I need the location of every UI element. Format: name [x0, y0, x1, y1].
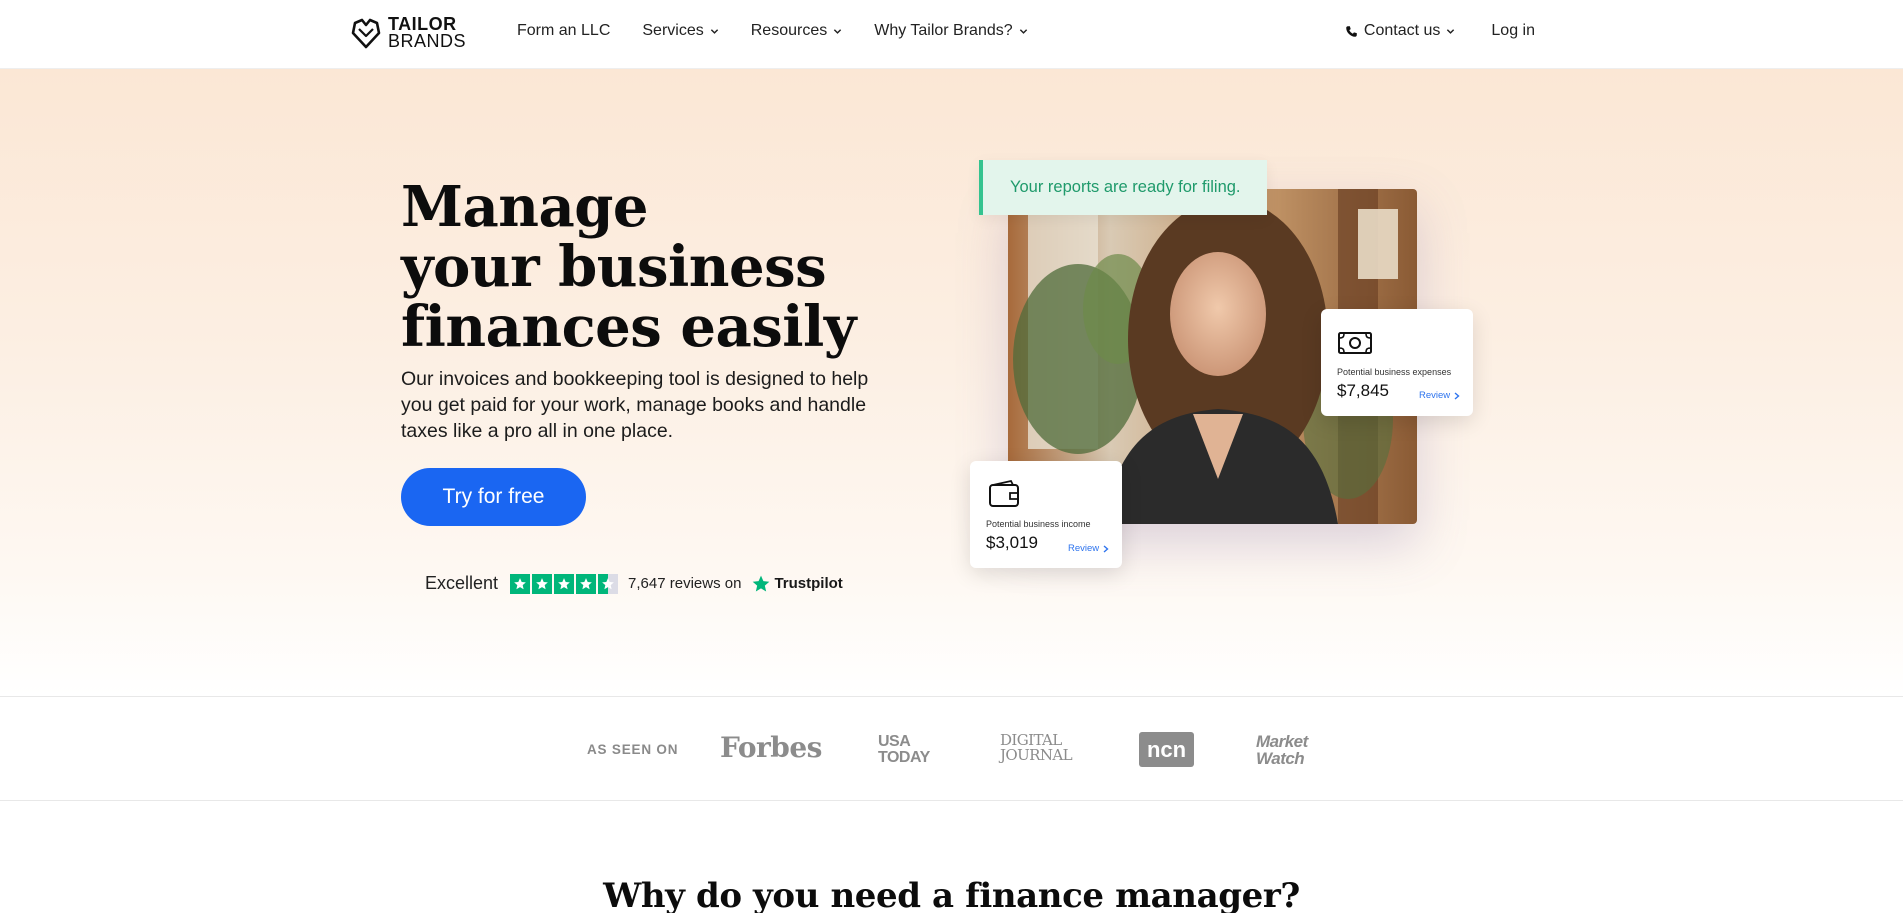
ncn-logo: ncn: [1139, 732, 1194, 767]
nav-right: Contact us Log in: [1345, 22, 1535, 40]
half-star-icon: [598, 573, 619, 594]
chevron-right-icon: [1454, 391, 1460, 400]
try-for-free-button[interactable]: Try for free: [401, 468, 586, 526]
nav-item-services[interactable]: Services: [642, 22, 718, 40]
marketwatch-logo-line1: Market: [1256, 732, 1308, 751]
usa-today-logo: USA TODAY: [878, 734, 930, 766]
star-icon: [554, 573, 575, 594]
trustpilot-brand-text: Trustpilot: [774, 575, 843, 592]
usa-today-logo-line2: TODAY: [878, 749, 930, 766]
usa-today-logo-line1: USA: [878, 733, 911, 750]
income-review-link[interactable]: Review: [1068, 543, 1109, 554]
digital-journal-logo-line2: JOURNAL: [1000, 746, 1073, 764]
digital-journal-logo: DIGITAL JOURNAL: [1000, 733, 1073, 764]
star-icon: [576, 573, 597, 594]
nav-item-resources[interactable]: Resources: [751, 22, 842, 40]
as-seen-on-label: AS SEEN ON: [587, 742, 679, 757]
hero-headline: Manage your business finances easily: [401, 174, 856, 360]
contact-us-label: Contact us: [1363, 22, 1441, 39]
trustpilot-widget[interactable]: Excellent 7,647 reviews on Trustpilot: [425, 573, 843, 594]
as-seen-on-bar: AS SEEN ON Forbes USA TODAY DIGITAL JOUR…: [0, 696, 1903, 801]
cash-icon: [1338, 332, 1372, 354]
chevron-down-icon: [834, 28, 842, 34]
logo-icon: [351, 18, 381, 49]
trustpilot-logo: Trustpilot: [751, 574, 843, 594]
expenses-review-link[interactable]: Review: [1419, 390, 1460, 401]
nav-item-label: Services: [642, 22, 704, 39]
nav-item-label: Form an LLC: [517, 22, 611, 39]
expenses-label: Potential business expenses: [1337, 367, 1452, 377]
income-label: Potential business income: [986, 519, 1091, 529]
nav-item-label: Why Tailor Brands?: [874, 22, 1013, 39]
contact-us-button[interactable]: Contact us: [1345, 22, 1455, 40]
income-card: Potential business income $3,019 Review: [970, 461, 1122, 568]
hero-section: Manage your business finances easily Our…: [0, 69, 1903, 696]
top-navigation: TAILOR BRANDS Form an LLC Services Resou…: [0, 0, 1903, 69]
nav-item-form-llc[interactable]: Form an LLC: [517, 22, 610, 40]
trustpilot-rating-text: Excellent: [425, 573, 499, 593]
hero-description: Our invoices and bookkeeping tool is des…: [401, 368, 869, 442]
marketwatch-logo: Market Watch: [1256, 733, 1308, 767]
login-label: Log in: [1491, 22, 1535, 39]
chevron-down-icon: [1447, 28, 1455, 34]
login-link[interactable]: Log in: [1491, 22, 1535, 40]
expenses-amount: $7,845: [1337, 381, 1389, 400]
income-amount: $3,019: [986, 533, 1038, 552]
trustpilot-star-icon: [753, 575, 770, 591]
finance-manager-section-title: Why do you need a finance manager?: [603, 876, 1300, 913]
chevron-down-icon: [710, 28, 718, 34]
chevron-right-icon: [1103, 544, 1109, 553]
star-icon: [510, 573, 531, 594]
main-menu: Form an LLC Services Resources Why Tailo…: [517, 22, 1028, 40]
phone-icon: [1346, 25, 1357, 37]
nav-item-label: Resources: [750, 22, 828, 39]
marketwatch-logo-line2: Watch: [1256, 749, 1305, 768]
star-icon: [532, 573, 553, 594]
forbes-logo: Forbes: [720, 731, 822, 764]
wallet-icon: [989, 479, 1019, 507]
reports-ready-notification: Your reports are ready for filing.: [979, 160, 1267, 215]
chevron-down-icon: [1019, 28, 1027, 34]
logo-text-line2: BRANDS: [388, 31, 467, 51]
trustpilot-stars: [510, 573, 619, 594]
tailor-brands-logo[interactable]: TAILOR BRANDS: [350, 15, 467, 51]
trustpilot-review-count: 7,647 reviews on: [628, 575, 742, 592]
review-label: Review: [1419, 390, 1451, 401]
expenses-card: Potential business expenses $7,845 Revie…: [1321, 309, 1473, 416]
nav-item-why-tailor-brands[interactable]: Why Tailor Brands?: [874, 22, 1027, 40]
review-label: Review: [1068, 543, 1100, 554]
